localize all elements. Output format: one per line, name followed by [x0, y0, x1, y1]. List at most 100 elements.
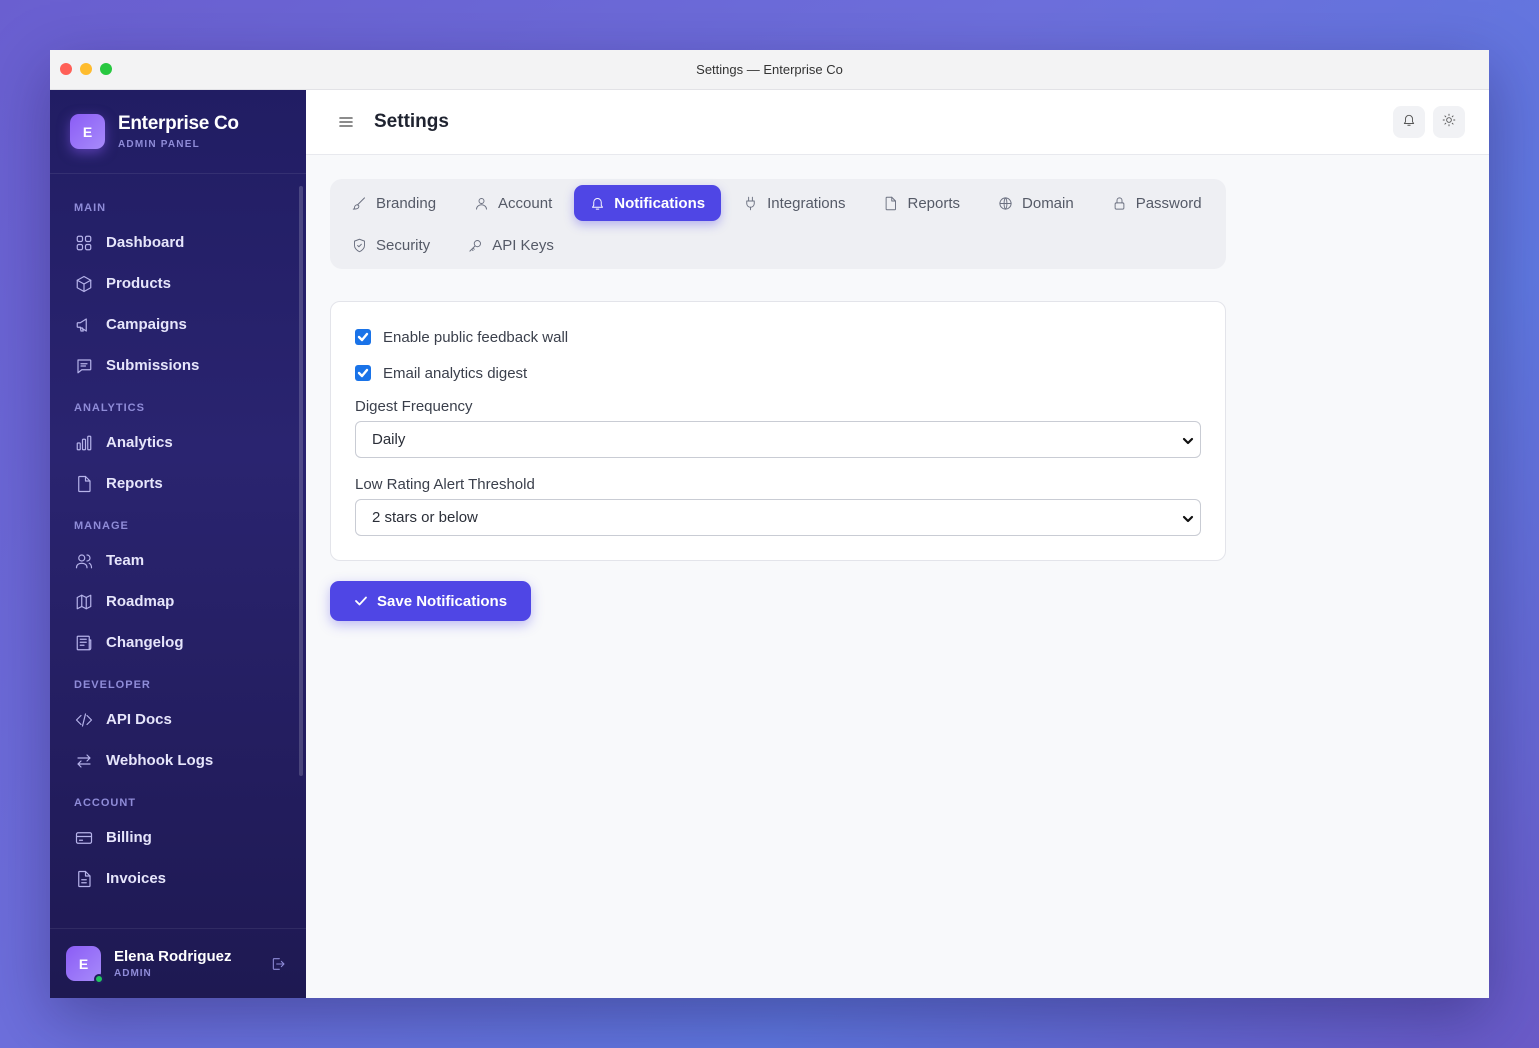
online-status-dot: [94, 974, 104, 984]
select-value: 2 stars or below: [372, 509, 478, 526]
digest-frequency-label: Digest Frequency: [355, 398, 473, 415]
tab-label: Integrations: [767, 194, 846, 212]
tab-label: Reports: [907, 194, 961, 212]
sidebar-item-roadmap[interactable]: Roadmap: [50, 581, 306, 622]
sidebar-item-submissions[interactable]: Submissions: [50, 345, 306, 386]
plug-icon: [743, 195, 759, 211]
file-icon: [883, 195, 899, 211]
low-rating-threshold-select[interactable]: 2 stars or below: [355, 499, 1201, 536]
tab-label: Security: [376, 236, 431, 254]
tab-label: Password: [1135, 194, 1202, 212]
megaphone-icon: [74, 315, 94, 335]
menu-icon[interactable]: [338, 114, 354, 130]
sidebar-item-team[interactable]: Team: [50, 540, 306, 581]
sidebar-scrollbar[interactable]: [299, 186, 303, 776]
close-window-button[interactable]: [60, 63, 72, 75]
sidebar-item-label: Submissions: [106, 357, 200, 374]
sidebar-item-changelog[interactable]: Changelog: [50, 622, 306, 663]
sidebar-nav: MAIN Dashboard Products Campaigns Submis…: [50, 174, 306, 914]
email-digest-option[interactable]: Email analytics digest: [355, 362, 1201, 384]
brush-icon: [352, 195, 368, 211]
settings-tabs: Branding Account Notifications Integrati…: [330, 179, 1226, 269]
tab-security[interactable]: Security: [336, 227, 446, 263]
tab-api-keys[interactable]: API Keys: [452, 227, 570, 263]
section-label-developer: DEVELOPER: [74, 679, 151, 691]
sidebar-item-label: Changelog: [106, 634, 184, 651]
brand-logo: E: [70, 114, 105, 149]
checkbox-label: Enable public feedback wall: [383, 328, 569, 346]
sidebar-item-label: Roadmap: [106, 593, 175, 610]
bell-icon: [1402, 113, 1416, 132]
sidebar-item-label: Team: [106, 552, 145, 569]
sidebar-item-label: Dashboard: [106, 234, 185, 251]
map-icon: [74, 592, 94, 612]
file-icon: [74, 474, 94, 494]
sidebar-item-label: Reports: [106, 475, 163, 492]
section-label-analytics: ANALYTICS: [74, 402, 145, 414]
save-notifications-button[interactable]: Save Notifications: [330, 581, 532, 621]
notifications-form: Enable public feedback wall Email analyt…: [330, 301, 1226, 561]
sidebar-item-campaigns[interactable]: Campaigns: [50, 304, 306, 345]
sidebar-item-api-docs[interactable]: API Docs: [50, 699, 306, 740]
tab-notifications[interactable]: Notifications: [574, 185, 722, 221]
logout-icon[interactable]: [270, 956, 286, 972]
tab-label: API Keys: [492, 236, 554, 254]
sun-icon: [1442, 113, 1456, 132]
grid-icon: [74, 233, 94, 253]
user-icon: [474, 195, 490, 211]
public-feedback-wall-checkbox[interactable]: [355, 329, 371, 345]
digest-frequency-select[interactable]: Daily: [355, 421, 1201, 458]
title-bar: Settings — Enterprise Co: [50, 50, 1489, 90]
sidebar-item-label: Products: [106, 275, 172, 292]
user-name: Elena Rodriguez: [114, 948, 232, 965]
arrows-icon: [74, 751, 94, 771]
tab-branding[interactable]: Branding: [336, 185, 452, 221]
sidebar-item-label: API Docs: [106, 711, 172, 728]
user-role: ADMIN: [114, 968, 152, 979]
lock-icon: [1112, 195, 1128, 211]
low-rating-threshold-label: Low Rating Alert Threshold: [355, 476, 535, 493]
tab-label: Notifications: [614, 194, 706, 212]
message-icon: [74, 356, 94, 376]
tab-integrations[interactable]: Integrations: [727, 185, 861, 221]
notifications-button[interactable]: [1393, 106, 1425, 138]
sidebar: E Enterprise Co ADMIN PANEL MAIN Dashboa…: [50, 90, 306, 998]
code-icon: [74, 710, 94, 730]
bell-icon: [590, 195, 606, 211]
box-icon: [74, 274, 94, 294]
checkbox-label: Email analytics digest: [383, 364, 528, 382]
tab-password[interactable]: Password: [1096, 185, 1218, 221]
sidebar-item-label: Billing: [106, 829, 152, 846]
save-button-label: Save Notifications: [377, 592, 508, 610]
sidebar-item-webhook-logs[interactable]: Webhook Logs: [50, 740, 306, 781]
user-profile[interactable]: E Elena Rodriguez ADMIN: [50, 928, 306, 998]
maximize-window-button[interactable]: [100, 63, 112, 75]
minimize-window-button[interactable]: [80, 63, 92, 75]
sidebar-item-label: Invoices: [106, 870, 167, 887]
theme-toggle-button[interactable]: [1433, 106, 1465, 138]
section-label-account: ACCOUNT: [74, 797, 136, 809]
sidebar-item-dashboard[interactable]: Dashboard: [50, 222, 306, 263]
sidebar-item-analytics[interactable]: Analytics: [50, 422, 306, 463]
chevron-down-icon: [1182, 512, 1194, 524]
section-label-main: MAIN: [74, 202, 107, 214]
sidebar-item-label: Webhook Logs: [106, 752, 214, 769]
tab-account[interactable]: Account: [458, 185, 568, 221]
avatar: E: [66, 946, 104, 984]
top-bar: Settings: [306, 90, 1489, 155]
tab-reports[interactable]: Reports: [867, 185, 976, 221]
sidebar-item-invoices[interactable]: Invoices: [50, 858, 306, 899]
key-icon: [468, 237, 484, 253]
brand[interactable]: E Enterprise Co ADMIN PANEL: [50, 90, 306, 174]
tab-label: Account: [498, 194, 553, 212]
sidebar-item-label: Analytics: [106, 434, 173, 451]
sidebar-item-reports[interactable]: Reports: [50, 463, 306, 504]
globe-icon: [998, 195, 1014, 211]
sidebar-item-billing[interactable]: Billing: [50, 817, 306, 858]
email-digest-checkbox[interactable]: [355, 365, 371, 381]
brand-name: Enterprise Co: [118, 113, 239, 134]
window-controls: [60, 63, 112, 75]
public-feedback-wall-option[interactable]: Enable public feedback wall: [355, 326, 1201, 348]
tab-domain[interactable]: Domain: [982, 185, 1090, 221]
sidebar-item-products[interactable]: Products: [50, 263, 306, 304]
